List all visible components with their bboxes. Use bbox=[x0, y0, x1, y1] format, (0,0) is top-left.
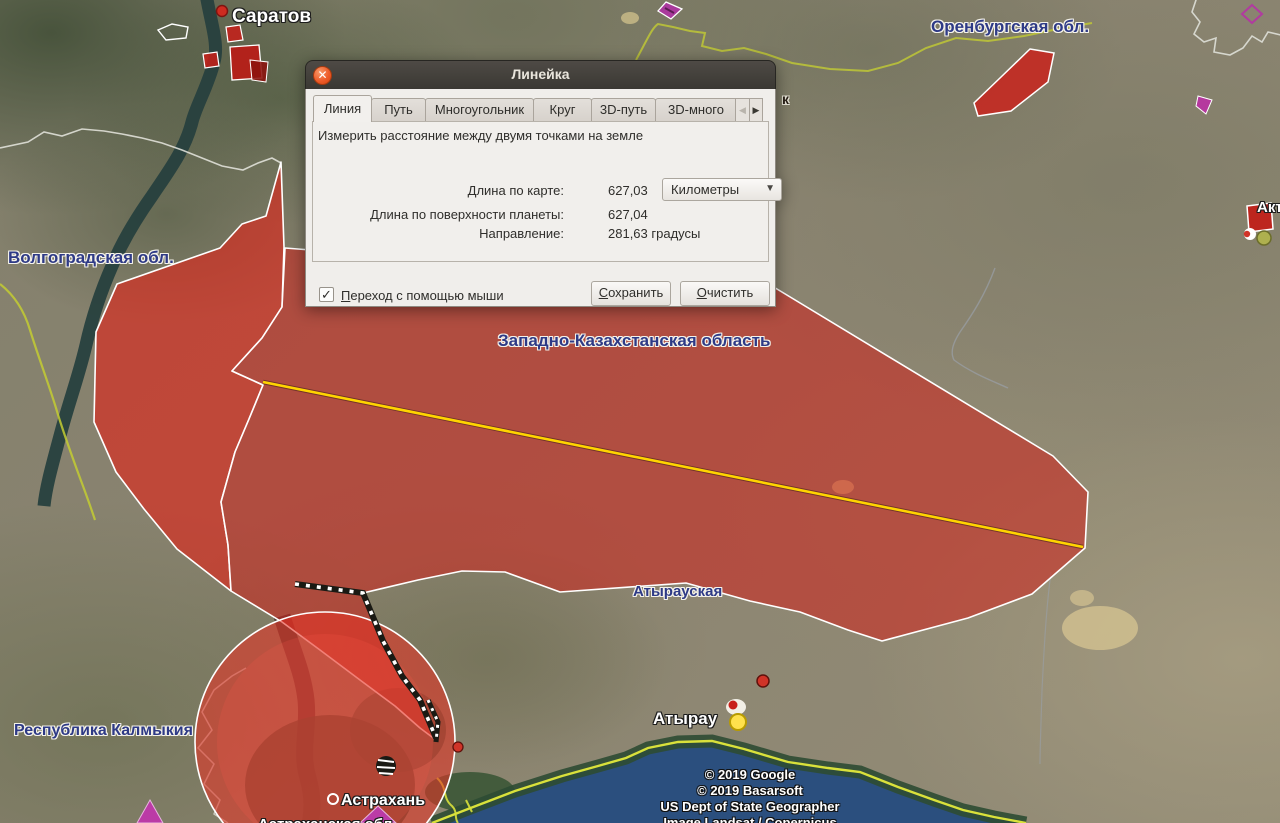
region-border-white-topright bbox=[1192, 0, 1280, 55]
save-button[interactable]: Сохранить bbox=[591, 281, 671, 306]
striped-circle-marker bbox=[376, 756, 396, 776]
measure-description: Измерить расстояние между двумя точками … bbox=[318, 128, 643, 143]
ground-length-label: Длина по поверхности планеты: bbox=[316, 207, 564, 222]
units-dropdown[interactable]: Километры ▼ bbox=[662, 178, 782, 201]
region-border-white-topleft bbox=[0, 129, 281, 170]
close-icon[interactable]: ✕ bbox=[313, 66, 332, 85]
tab-path[interactable]: Путь bbox=[371, 98, 426, 122]
orenburg-red-polygon bbox=[974, 49, 1054, 116]
mouse-nav-label: Переход с помощью мыши bbox=[341, 288, 504, 303]
dialog-title: Линейка bbox=[306, 61, 775, 88]
clear-button[interactable]: Очистить bbox=[680, 281, 770, 306]
map-length-label: Длина по карте: bbox=[316, 183, 564, 198]
chevron-down-icon: ▼ bbox=[765, 183, 775, 194]
sand-patch bbox=[1070, 590, 1094, 606]
heading-value: 281,63 градусы bbox=[608, 226, 700, 241]
tab-3d-polygon[interactable]: 3D-много bbox=[655, 98, 736, 122]
tab-3d-path[interactable]: 3D-путь bbox=[591, 98, 656, 122]
region-border-gray-right bbox=[952, 268, 1008, 388]
dialog-titlebar[interactable]: ✕ Линейка bbox=[305, 60, 776, 89]
red-dot-marker bbox=[453, 742, 463, 752]
sand-patch bbox=[1062, 606, 1138, 650]
tab-line[interactable]: Линия bbox=[313, 95, 372, 122]
tab-polygon[interactable]: Многоугольник bbox=[425, 98, 534, 122]
sand-patch bbox=[621, 12, 639, 24]
caspian-sea bbox=[432, 741, 1026, 823]
tab-bar: Линия Путь Многоугольник Круг 3D-путь 3D… bbox=[313, 95, 763, 122]
region-border-gray-vertical bbox=[1040, 572, 1051, 764]
right-edge-placemarks[interactable] bbox=[1244, 203, 1273, 245]
ruler-dialog: ✕ Линейка Линия Путь Многоугольник Круг … bbox=[305, 60, 776, 307]
ground-length-value: 627,04 bbox=[608, 207, 648, 222]
tab-scroll-left-icon[interactable]: ◀ bbox=[735, 98, 749, 122]
dialog-body: Линия Путь Многоугольник Круг 3D-путь 3D… bbox=[305, 89, 776, 307]
google-earth-window: Саратов Оренбургская обл. Волгоградская … bbox=[0, 0, 1280, 823]
tab-scroll-right-icon[interactable]: ▶ bbox=[749, 98, 763, 122]
atyrau-placemark[interactable] bbox=[726, 699, 746, 730]
heading-label: Направление: bbox=[316, 226, 564, 241]
red-dot-marker bbox=[757, 675, 769, 687]
units-dropdown-value: Километры bbox=[671, 182, 739, 197]
map-length-value: 627,03 bbox=[608, 183, 648, 198]
tab-circle[interactable]: Круг bbox=[533, 98, 592, 122]
mouse-nav-checkbox[interactable]: ✓ bbox=[319, 287, 334, 302]
